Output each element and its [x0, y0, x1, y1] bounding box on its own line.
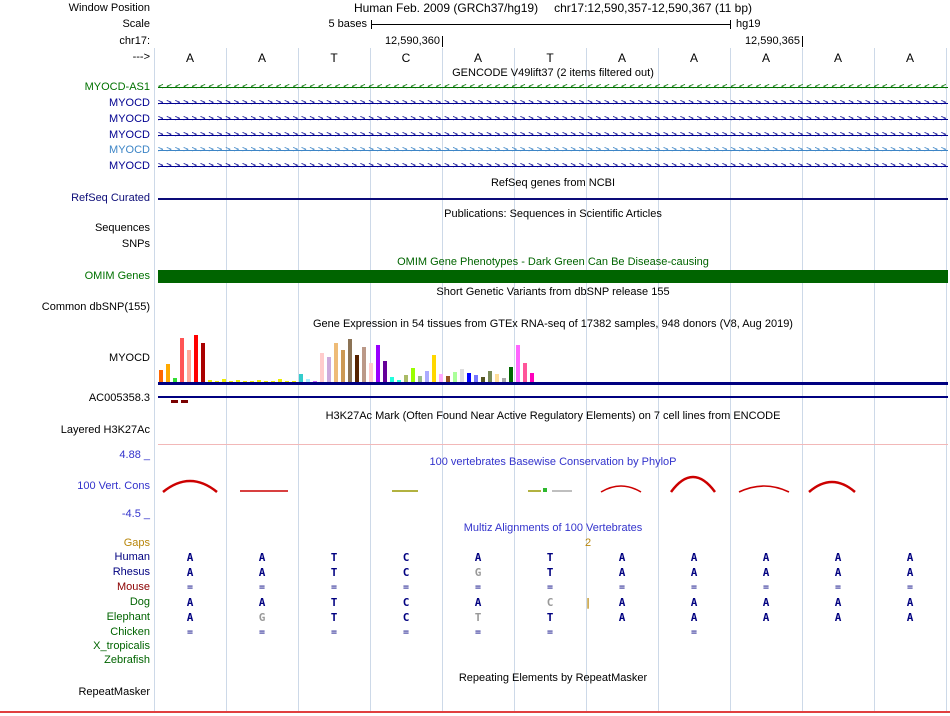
multiz-alignment: Human A A T C A T A A A A A Rhesus A A T C G T A A A A A Mouse = =…: [0, 0, 950, 716]
aln-elephant-col7: A: [618, 611, 626, 624]
aln-human-col4: C: [402, 551, 410, 564]
species-label-elephant[interactable]: Elephant: [0, 611, 150, 624]
aln-dog-col6: C: [546, 596, 554, 609]
aln-rhesus-col1: A: [186, 566, 194, 579]
track-label-repeatmasker[interactable]: RepeatMasker: [0, 686, 150, 699]
aln-human-col11: A: [906, 551, 914, 564]
aln-mouse-col3: =: [330, 582, 338, 593]
alignment-row-chicken[interactable]: = = = = = = =: [158, 626, 948, 640]
aln-rhesus-col8: A: [690, 566, 698, 579]
aln-chicken-col1: =: [186, 627, 194, 638]
aln-rhesus-col3: T: [330, 566, 338, 579]
aln-chicken-col6: =: [546, 627, 554, 638]
aln-dog-col7: A: [618, 596, 626, 609]
aln-mouse-col11: =: [906, 582, 914, 593]
aln-rhesus-col10: A: [834, 566, 842, 579]
aln-elephant-col6: T: [546, 611, 554, 624]
alignment-row-x_tropicalis[interactable]: [158, 640, 948, 654]
aln-chicken-col2: =: [258, 627, 266, 638]
genome-browser-view: Window Position Human Feb. 2009 (GRCh37/…: [0, 0, 950, 716]
aln-rhesus-col4: C: [402, 566, 410, 579]
aln-human-col5: A: [474, 551, 482, 564]
aln-mouse-col5: =: [474, 582, 482, 593]
alignment-row-zebrafish[interactable]: [158, 654, 948, 668]
repeatmasker-track-title: Repeating Elements by RepeatMasker: [458, 672, 648, 684]
aln-elephant-col2: G: [258, 611, 266, 624]
species-label-dog[interactable]: Dog: [0, 596, 150, 609]
aln-rhesus-col6: T: [546, 566, 554, 579]
aln-rhesus-col7: A: [618, 566, 626, 579]
aln-mouse-col7: =: [618, 582, 626, 593]
aln-human-col6: T: [546, 551, 554, 564]
aln-mouse-col1: =: [186, 582, 194, 593]
aln-mouse-col9: =: [762, 582, 770, 593]
aln-human-col1: A: [186, 551, 194, 564]
aln-dog-col2: A: [258, 596, 266, 609]
alignment-row-elephant[interactable]: AGTCTTAAAAA: [158, 611, 948, 625]
aln-rhesus-col9: A: [762, 566, 770, 579]
species-label-rhesus[interactable]: Rhesus: [0, 566, 150, 579]
aln-mouse-col8: =: [690, 582, 698, 593]
alignment-row-mouse[interactable]: = = = = = = = = = = =: [158, 581, 948, 595]
aln-mouse-col2: =: [258, 582, 266, 593]
species-label-human[interactable]: Human: [0, 551, 150, 564]
aln-elephant-col8: A: [690, 611, 698, 624]
aln-human-col10: A: [834, 551, 842, 564]
aln-rhesus-col5: G: [474, 566, 482, 579]
species-label-mouse[interactable]: Mouse: [0, 581, 150, 594]
aln-dog-col9: A: [762, 596, 770, 609]
aln-dog-col1: A: [186, 596, 194, 609]
aln-elephant-col10: A: [834, 611, 842, 624]
aln-rhesus-col11: A: [906, 566, 914, 579]
aln-mouse-col6: =: [546, 582, 554, 593]
aln-human-col8: A: [690, 551, 698, 564]
aln-rhesus-col2: A: [258, 566, 266, 579]
aln-dog-col10: A: [834, 596, 842, 609]
alignment-row-human[interactable]: AATCATAAAAA: [158, 551, 948, 565]
aln-human-col3: T: [330, 551, 338, 564]
aln-elephant-col9: A: [762, 611, 770, 624]
aln-human-col7: A: [618, 551, 626, 564]
aln-elephant-col3: T: [330, 611, 338, 624]
species-label-chicken[interactable]: Chicken: [0, 626, 150, 639]
aln-chicken-col3: =: [330, 627, 338, 638]
aln-chicken-col4: =: [402, 627, 410, 638]
bottom-border-line: [0, 711, 950, 713]
aln-dog-col3: T: [330, 596, 338, 609]
aln-elephant-col4: C: [402, 611, 410, 624]
species-label-x_tropicalis[interactable]: X_tropicalis: [0, 640, 150, 653]
aln-mouse-col10: =: [834, 582, 842, 593]
aln-human-col9: A: [762, 551, 770, 564]
aln-mouse-col4: =: [402, 582, 410, 593]
aln-chicken-col8: =: [690, 627, 698, 638]
aln-insert-dog: |: [584, 596, 592, 609]
aln-dog-col4: C: [402, 596, 410, 609]
aln-elephant-col1: A: [186, 611, 194, 624]
aln-elephant-col11: A: [906, 611, 914, 624]
aln-dog-col5: A: [474, 596, 482, 609]
species-label-zebrafish[interactable]: Zebrafish: [0, 654, 150, 667]
aln-elephant-col5: T: [474, 611, 482, 624]
aln-dog-col8: A: [690, 596, 698, 609]
aln-dog-col11: A: [906, 596, 914, 609]
alignment-row-dog[interactable]: A A T C A C A A A A A |: [158, 596, 948, 610]
aln-chicken-col5: =: [474, 627, 482, 638]
aln-human-col2: A: [258, 551, 266, 564]
alignment-row-rhesus[interactable]: AATCGTAAAAA: [158, 566, 948, 580]
